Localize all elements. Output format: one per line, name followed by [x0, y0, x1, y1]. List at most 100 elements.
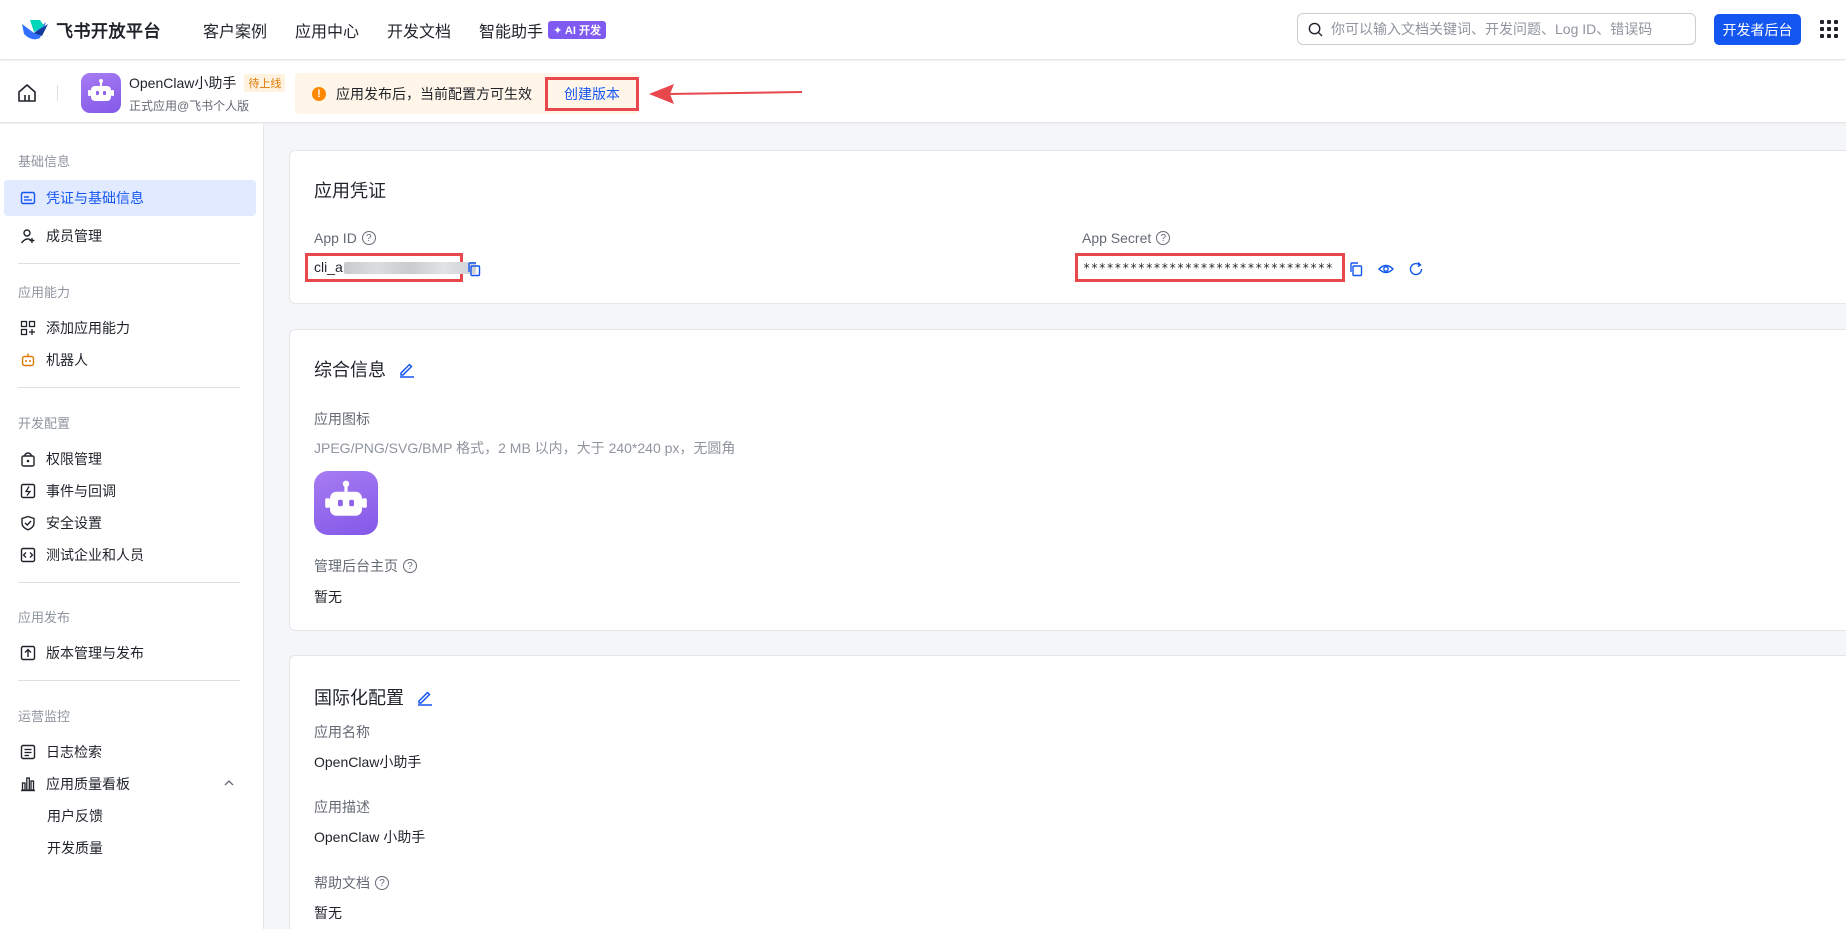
nav-links: 客户案例 应用中心 开发文档 智能助手 ✦ AI 开发 — [203, 18, 634, 42]
sidebar-divider — [18, 582, 240, 583]
robot-icon — [88, 79, 114, 101]
i18n-title-text: 国际化配置 — [314, 688, 404, 708]
sidebar-item-bot[interactable]: 机器人 — [4, 342, 256, 378]
nav-assistant[interactable]: 智能助手 ✦ AI 开发 — [479, 18, 606, 42]
help-icon[interactable]: ? — [361, 231, 376, 245]
admin-home-value: 暂无 — [314, 589, 342, 605]
redacted-value — [343, 262, 476, 275]
app-name-value: OpenClaw小助手 — [314, 754, 422, 770]
app-desc-label: 应用描述 — [314, 799, 370, 815]
app-header: OpenClaw小助手 待上线 正式应用@飞书个人版 ! 应用发布后，当前配置方… — [0, 61, 1846, 123]
sidebar: 基础信息 凭证与基础信息 成员管理 应用能力 添加应用能力 机器人 开发配置 权… — [0, 124, 264, 929]
home-icon[interactable] — [16, 83, 38, 103]
admin-home-label: 管理后台主页 ? — [314, 556, 417, 576]
bar-chart-icon — [20, 776, 36, 792]
app-id-value: cli_a — [314, 259, 476, 275]
feishu-logo-icon — [22, 19, 48, 39]
header-divider — [57, 85, 58, 101]
sidebar-group-dev-config: 开发配置 — [18, 416, 71, 431]
nav-app-center[interactable]: 应用中心 — [295, 18, 359, 42]
bot-icon — [20, 352, 36, 368]
shield-icon — [20, 515, 36, 531]
create-version-button[interactable]: 创建版本 — [545, 77, 639, 111]
lock-box-icon — [20, 451, 36, 467]
sidebar-item-members[interactable]: 成员管理 — [4, 218, 256, 254]
sidebar-item-label: 成员管理 — [46, 228, 102, 244]
icon-label: 应用图标 — [314, 411, 370, 427]
edit-icon[interactable] — [416, 688, 434, 706]
copy-icon[interactable] — [1348, 261, 1364, 277]
sidebar-item-quality-board[interactable]: 应用质量看板 — [4, 766, 256, 802]
nav-dev-docs[interactable]: 开发文档 — [387, 18, 451, 42]
general-title: 综合信息 — [314, 356, 416, 382]
sidebar-divider — [18, 680, 240, 681]
sidebar-item-label: 版本管理与发布 — [46, 645, 144, 661]
sidebar-group-basic: 基础信息 — [18, 154, 71, 169]
sidebar-item-label: 添加应用能力 — [46, 320, 130, 336]
warning-icon: ! — [312, 86, 326, 101]
brand-logo[interactable]: 飞书开放平台 — [20, 17, 161, 42]
general-title-text: 综合信息 — [314, 360, 386, 380]
general-info-card: 综合信息 应用图标 JPEG/PNG/SVG/BMP 格式，2 MB 以内，大于… — [289, 329, 1846, 631]
app-avatar — [81, 73, 121, 113]
help-icon[interactable]: ? — [1156, 231, 1171, 245]
app-id-prefix: cli_a — [314, 259, 343, 275]
sidebar-item-user-feedback[interactable]: 用户反馈 — [4, 798, 256, 834]
sidebar-item-credentials[interactable]: 凭证与基础信息 — [4, 180, 256, 216]
sidebar-item-label: 权限管理 — [46, 451, 102, 467]
help-doc-value: 暂无 — [314, 905, 342, 921]
id-card-icon — [20, 190, 36, 206]
credentials-title: 应用凭证 — [314, 181, 386, 201]
sidebar-item-dev-quality[interactable]: 开发质量 — [4, 830, 256, 866]
nav-customer-cases[interactable]: 客户案例 — [203, 18, 267, 42]
help-doc-label: 帮助文档 ? — [314, 873, 389, 893]
sidebar-item-label: 应用质量看板 — [46, 776, 130, 792]
code-box-icon — [20, 547, 36, 563]
event-icon — [20, 483, 36, 499]
app-icon-preview[interactable] — [314, 471, 378, 535]
robot-icon — [325, 480, 367, 516]
edit-icon[interactable] — [398, 360, 416, 378]
sidebar-item-events[interactable]: 事件与回调 — [4, 473, 256, 509]
sidebar-group-operations: 运营监控 — [18, 709, 71, 724]
top-navigation: 飞书开放平台 客户案例 应用中心 开发文档 智能助手 ✦ AI 开发 开发者后台 — [0, 0, 1846, 60]
nav-assistant-label: 智能助手 — [479, 23, 544, 41]
refresh-icon[interactable] — [1408, 261, 1424, 277]
doc-search[interactable] — [1297, 13, 1696, 45]
help-doc-label-text: 帮助文档 — [314, 875, 370, 891]
search-icon — [1308, 22, 1323, 37]
app-subtitle: 正式应用@飞书个人版 — [129, 99, 250, 113]
sidebar-divider — [18, 387, 240, 388]
help-icon[interactable]: ? — [375, 876, 389, 890]
ai-dev-badge: ✦ AI 开发 — [548, 20, 606, 39]
app-secret-label-text: App Secret — [1082, 230, 1152, 246]
app-title: OpenClaw小助手 待上线 — [129, 73, 286, 93]
apps-grid-icon[interactable] — [1820, 20, 1838, 38]
sidebar-item-permissions[interactable]: 权限管理 — [4, 441, 256, 477]
arrow-pointer-icon — [649, 84, 803, 104]
copy-icon[interactable] — [466, 261, 482, 277]
developer-console-button[interactable]: 开发者后台 — [1714, 14, 1801, 45]
sidebar-item-label: 凭证与基础信息 — [46, 190, 144, 206]
user-add-icon — [20, 228, 36, 244]
app-id-label: App ID ? — [314, 230, 376, 246]
sidebar-item-versions[interactable]: 版本管理与发布 — [4, 635, 256, 671]
brand-name: 飞书开放平台 — [56, 22, 161, 41]
app-secret-value: ******************************** — [1083, 261, 1334, 275]
sidebar-item-logs[interactable]: 日志检索 — [4, 734, 256, 770]
sidebar-item-security[interactable]: 安全设置 — [4, 505, 256, 541]
chevron-up-icon[interactable] — [224, 778, 234, 788]
app-desc-value: OpenClaw 小助手 — [314, 829, 426, 845]
sidebar-item-test-org[interactable]: 测试企业和人员 — [4, 537, 256, 573]
sidebar-item-label: 日志检索 — [46, 744, 102, 760]
help-icon[interactable]: ? — [403, 559, 417, 573]
sidebar-item-label: 机器人 — [46, 352, 88, 368]
sidebar-item-label: 测试企业和人员 — [46, 547, 144, 563]
admin-home-label-text: 管理后台主页 — [314, 558, 398, 574]
sidebar-item-add-capability[interactable]: 添加应用能力 — [4, 310, 256, 346]
eye-icon[interactable] — [1378, 261, 1394, 277]
notice-text: 应用发布后，当前配置方可生效 — [336, 85, 532, 102]
search-input[interactable] — [1331, 21, 1681, 37]
i18n-title: 国际化配置 — [314, 684, 434, 710]
sidebar-group-capabilities: 应用能力 — [18, 285, 71, 300]
